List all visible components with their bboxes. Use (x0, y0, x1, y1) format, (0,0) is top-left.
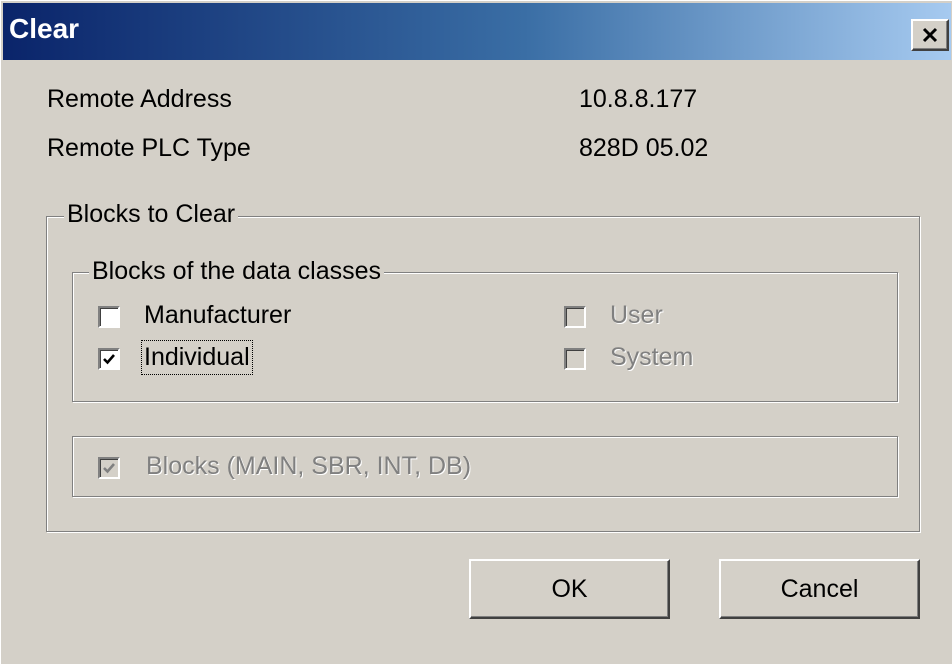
title-bar[interactable]: Clear (3, 3, 951, 60)
blocks-label: Blocks (MAIN, SBR, INT, DB) (146, 452, 472, 480)
manufacturer-label: Manufacturer (144, 301, 292, 329)
individual-checkbox[interactable] (98, 348, 120, 370)
data-classes-group (72, 272, 898, 402)
system-checkbox (564, 348, 586, 370)
manufacturer-checkbox[interactable] (98, 306, 120, 328)
ok-button[interactable]: OK (469, 559, 670, 619)
remote-plc-type-value: 828D 05.02 (579, 134, 709, 162)
remote-plc-type-label: Remote PLC Type (47, 134, 251, 162)
cancel-button[interactable]: Cancel (719, 559, 920, 619)
user-label: User (610, 301, 663, 329)
blocks-checkbox (98, 457, 120, 479)
close-icon (922, 27, 938, 43)
checkmark-icon (103, 463, 115, 474)
remote-address-label: Remote Address (47, 85, 232, 113)
individual-label: Individual (141, 340, 253, 375)
close-button[interactable] (911, 19, 949, 51)
clear-dialog: Clear Remote Address 10.8.8.177 Remote P… (0, 0, 952, 664)
data-classes-legend: Blocks of the data classes (89, 257, 385, 286)
user-checkbox (564, 306, 586, 328)
window-title: Clear (9, 13, 80, 44)
blocks-to-clear-legend: Blocks to Clear (64, 200, 239, 229)
system-label: System (610, 343, 694, 371)
remote-address-value: 10.8.8.177 (579, 85, 698, 113)
checkmark-icon (103, 354, 115, 365)
